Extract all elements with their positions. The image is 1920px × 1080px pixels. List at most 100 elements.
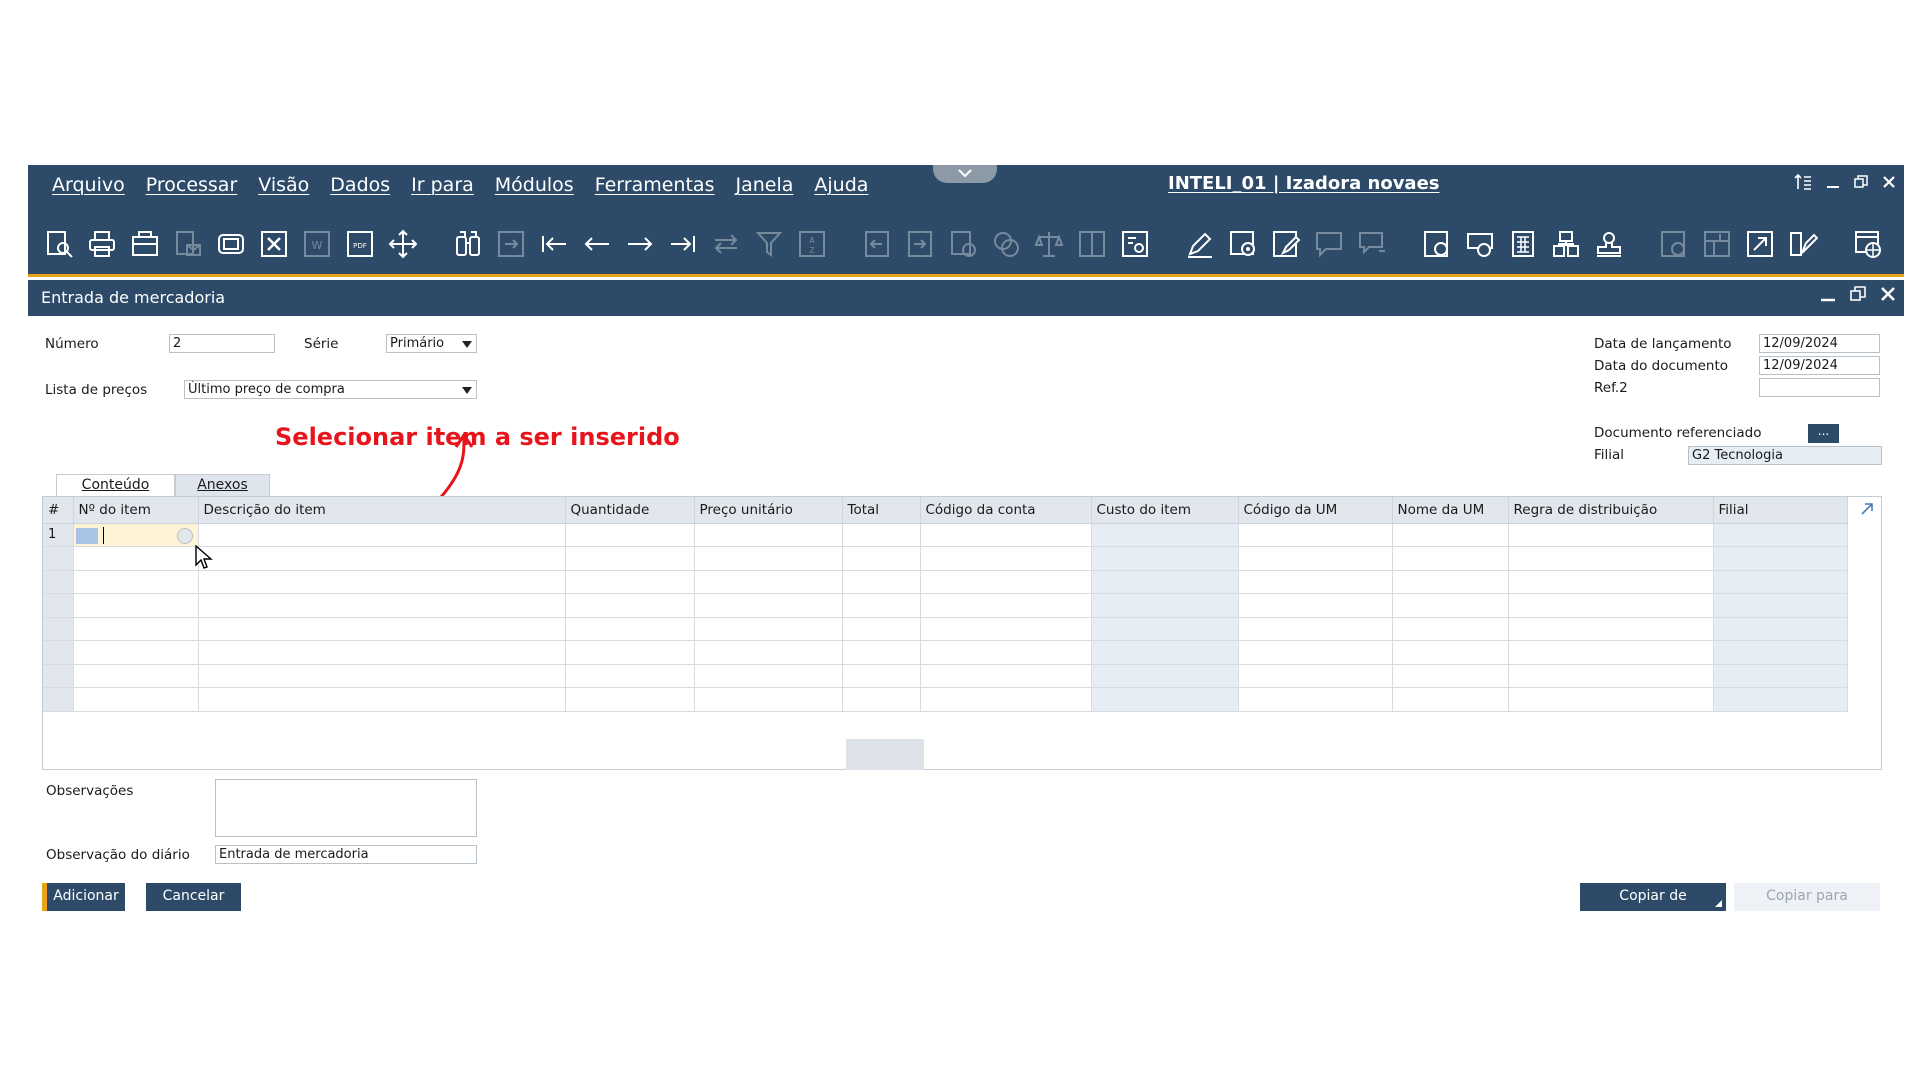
table-cell[interactable]	[1508, 617, 1714, 641]
table-cell[interactable]	[920, 546, 1092, 571]
table-cell[interactable]	[73, 640, 199, 665]
table-cell[interactable]	[694, 523, 843, 547]
table-cell[interactable]	[565, 687, 695, 712]
help-icon[interactable]: ?	[1916, 227, 1920, 260]
tab-anexos[interactable]: Anexos	[175, 474, 270, 496]
col-header-branch[interactable]: Filial	[1713, 497, 1848, 524]
table-cell[interactable]	[920, 617, 1092, 641]
table-cell[interactable]	[842, 523, 921, 547]
table-cell[interactable]	[694, 640, 843, 665]
table-cell[interactable]	[1392, 546, 1509, 571]
table-cell[interactable]	[694, 570, 843, 594]
table-cell[interactable]	[198, 546, 566, 571]
table-cell[interactable]	[1713, 546, 1848, 571]
col-header-unit-price[interactable]: Preço unitário	[694, 497, 843, 524]
table-cell[interactable]	[73, 617, 199, 641]
table-cell[interactable]	[198, 664, 566, 688]
table-cell[interactable]	[1508, 546, 1714, 571]
table-cell[interactable]	[198, 617, 566, 641]
table-cell[interactable]	[920, 640, 1092, 665]
table-cell[interactable]	[198, 523, 566, 547]
table-cell[interactable]	[694, 664, 843, 688]
col-header-item-number[interactable]: Nº do item	[73, 497, 199, 524]
table-cell[interactable]	[198, 640, 566, 665]
table-cell[interactable]	[842, 617, 921, 641]
choose-from-list-icon[interactable]	[176, 527, 193, 544]
table-cell[interactable]	[1713, 570, 1848, 594]
table-cell[interactable]	[1392, 640, 1509, 665]
add-button[interactable]: Adicionar	[47, 883, 125, 911]
tab-conteudo[interactable]: Conteúdo	[56, 474, 175, 496]
table-cell[interactable]	[1713, 640, 1848, 665]
table-cell[interactable]	[1238, 546, 1393, 571]
table-cell[interactable]	[73, 570, 199, 594]
table-cell[interactable]	[920, 523, 1092, 547]
table-cell[interactable]	[1713, 523, 1848, 547]
col-header-uom-name[interactable]: Nome da UM	[1392, 497, 1509, 524]
table-cell[interactable]	[842, 664, 921, 688]
table-cell[interactable]	[694, 593, 843, 618]
table-cell[interactable]	[694, 617, 843, 641]
table-cell[interactable]	[73, 664, 199, 688]
table-cell[interactable]	[1238, 523, 1393, 547]
table-cell[interactable]	[1238, 664, 1393, 688]
table-cell[interactable]	[565, 523, 695, 547]
copy-from-button[interactable]: Copiar de	[1580, 883, 1726, 911]
table-cell[interactable]	[1091, 664, 1239, 688]
table-cell[interactable]	[565, 617, 695, 641]
table-cell[interactable]	[1238, 640, 1393, 665]
table-cell[interactable]	[198, 570, 566, 594]
table-cell[interactable]	[694, 546, 843, 571]
table-cell[interactable]	[1713, 664, 1848, 688]
table-cell[interactable]	[1392, 687, 1509, 712]
col-header-total[interactable]: Total	[842, 497, 921, 524]
table-cell[interactable]	[842, 640, 921, 665]
table-cell[interactable]	[1238, 687, 1393, 712]
table-cell[interactable]	[1713, 593, 1848, 618]
col-header-uom-code[interactable]: Código da UM	[1238, 497, 1393, 524]
table-cell[interactable]	[1508, 523, 1714, 547]
table-cell[interactable]	[842, 687, 921, 712]
table-cell[interactable]	[920, 687, 1092, 712]
table-cell[interactable]	[1392, 617, 1509, 641]
table-cell[interactable]	[1091, 570, 1239, 594]
table-cell[interactable]	[565, 546, 695, 571]
cancel-button[interactable]: Cancelar	[146, 883, 241, 911]
table-cell[interactable]	[1508, 570, 1714, 594]
table-cell[interactable]	[1508, 640, 1714, 665]
table-cell[interactable]	[842, 593, 921, 618]
table-cell[interactable]	[842, 546, 921, 571]
col-header-quantity[interactable]: Quantidade	[565, 497, 695, 524]
table-cell[interactable]	[565, 570, 695, 594]
table-cell[interactable]	[1238, 617, 1393, 641]
table-cell[interactable]	[565, 664, 695, 688]
table-cell[interactable]	[1091, 617, 1239, 641]
table-cell[interactable]	[73, 687, 199, 712]
table-cell[interactable]	[920, 593, 1092, 618]
col-header-account-code[interactable]: Código da conta	[920, 497, 1092, 524]
expand-icon[interactable]	[1859, 501, 1875, 517]
table-cell[interactable]	[198, 593, 566, 618]
table-cell[interactable]	[73, 593, 199, 618]
copy-to-button[interactable]: Copiar para	[1734, 883, 1880, 911]
col-header-distribution-rule[interactable]: Regra de distribuição	[1508, 497, 1714, 524]
table-cell[interactable]	[1392, 664, 1509, 688]
table-cell[interactable]	[1392, 570, 1509, 594]
table-cell[interactable]	[694, 687, 843, 712]
table-cell[interactable]	[1713, 687, 1848, 712]
observacoes-field[interactable]	[215, 779, 477, 837]
table-cell[interactable]	[842, 570, 921, 594]
table-cell[interactable]	[198, 687, 566, 712]
table-cell[interactable]	[565, 593, 695, 618]
table-cell[interactable]	[1392, 593, 1509, 618]
table-cell[interactable]	[1091, 523, 1239, 547]
table-cell[interactable]	[920, 664, 1092, 688]
table-cell[interactable]	[1091, 593, 1239, 618]
observacao-diario-field[interactable]: Entrada de mercadoria	[215, 845, 477, 864]
col-header-item-description[interactable]: Descrição do item	[198, 497, 566, 524]
table-cell[interactable]	[1508, 664, 1714, 688]
item-number-cell[interactable]	[73, 523, 199, 547]
table-cell[interactable]	[1713, 617, 1848, 641]
col-header-item-cost[interactable]: Custo do item	[1091, 497, 1239, 524]
table-cell[interactable]	[73, 546, 199, 571]
